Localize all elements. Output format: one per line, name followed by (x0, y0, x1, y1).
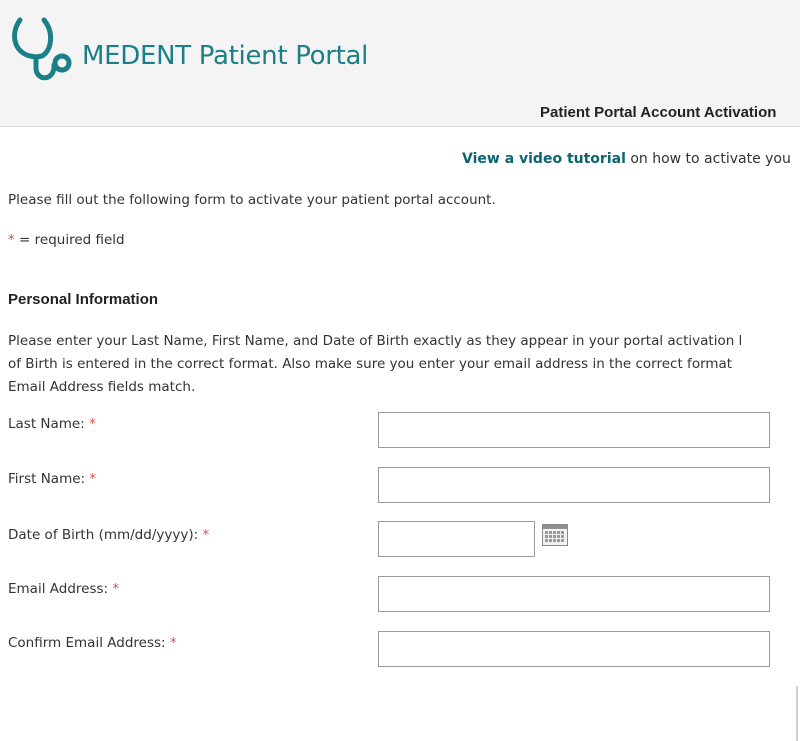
page-subtitle: Patient Portal Account Activation (540, 104, 777, 121)
first-name-label: First Name: * (8, 471, 96, 487)
last-name-label: Last Name: * (8, 416, 96, 432)
first-name-input[interactable] (378, 467, 770, 503)
instruction-line: of Birth is entered in the correct forma… (8, 356, 733, 372)
video-tutorial-link[interactable]: View a video tutorial (462, 151, 626, 167)
confirm-email-label-text: Confirm Email Address: (8, 635, 166, 651)
section-title-personal-information: Personal Information (8, 291, 159, 308)
stethoscope-icon (12, 17, 72, 81)
required-star: * (89, 471, 97, 487)
personal-instructions: Please enter your Last Name, First Name,… (8, 330, 800, 399)
required-star: * (8, 232, 15, 248)
required-star: * (202, 527, 210, 543)
required-star: * (112, 581, 120, 597)
email-input[interactable] (378, 576, 770, 612)
portal-header: MEDENT Patient Portal Patient Portal Acc… (0, 0, 800, 127)
confirm-email-label: Confirm Email Address: * (8, 635, 177, 651)
brand-title: MEDENT Patient Portal (82, 41, 369, 71)
required-note-text: = required field (14, 232, 125, 248)
confirm-email-input[interactable] (378, 631, 770, 667)
page-edge-divider (796, 686, 798, 741)
instruction-line: Email Address fields match. (8, 379, 196, 395)
email-label-text: Email Address: (8, 581, 109, 597)
dob-input[interactable] (378, 521, 535, 557)
last-name-input[interactable] (378, 412, 770, 448)
calendar-icon[interactable] (542, 524, 568, 546)
first-name-label-text: First Name: (8, 471, 86, 487)
dob-label: Date of Birth (mm/dd/yyyy): * (8, 527, 209, 543)
required-star: * (89, 416, 96, 432)
last-name-label-text: Last Name: (8, 416, 85, 432)
intro-text: Please fill out the following form to ac… (8, 192, 496, 208)
video-tutorial-line: View a video tutorial on how to activate… (462, 151, 791, 167)
email-label: Email Address: * (8, 581, 119, 597)
instruction-line: Please enter your Last Name, First Name,… (8, 333, 743, 349)
required-field-note: * = required field (8, 232, 125, 248)
required-star: * (169, 635, 177, 651)
video-tutorial-text: on how to activate you (625, 151, 791, 167)
dob-label-text: Date of Birth (mm/dd/yyyy): (8, 527, 199, 543)
